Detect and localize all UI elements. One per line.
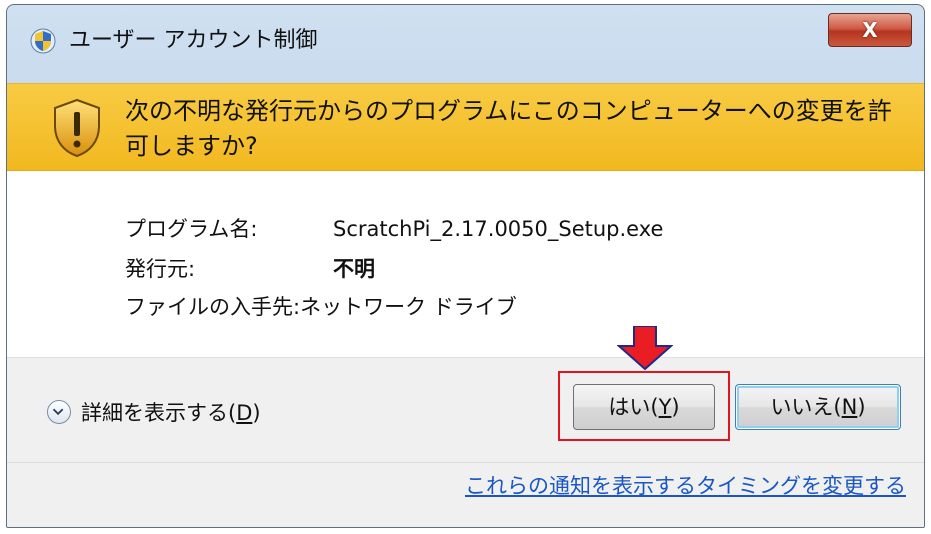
program-info: プログラム名: ScratchPi_2.17.0050_Setup.exe 発行元… <box>7 171 924 357</box>
warning-banner: 次の不明な発行元からのプログラムにこのコンピューターへの変更を許可しますか? <box>7 83 924 171</box>
yes-accesskey: Y <box>658 395 672 419</box>
uac-shield-icon <box>30 28 56 54</box>
no-accesskey: N <box>841 395 858 419</box>
no-label: いいえ( <box>770 395 842 419</box>
source-label: ファイルの入手先: <box>125 295 301 319</box>
close-button[interactable]: X <box>828 13 912 47</box>
dialog-footer: 詳細を表示する(D) はい(Y) いいえ(N) これらの通知を表示するタイミング… <box>7 326 924 527</box>
publisher-value: 不明 <box>333 257 375 281</box>
source-row: ファイルの入手先:ネットワーク ドライブ <box>125 293 517 321</box>
program-label: プログラム名: <box>125 217 258 241</box>
notification-settings-link[interactable]: これらの通知を表示するタイミングを変更する <box>465 472 906 500</box>
publisher-row: 発行元: 不明 <box>125 255 375 283</box>
source-value: ネットワーク ドライブ <box>300 295 517 319</box>
chevron-down-icon <box>47 400 71 424</box>
yes-label-end: ) <box>671 395 680 419</box>
window-title: ユーザー アカウント制御 <box>69 28 318 53</box>
details-accesskey: D <box>236 401 253 425</box>
details-label: 詳細を表示する( <box>81 401 237 425</box>
yes-label: はい( <box>608 395 659 419</box>
warning-shield-icon <box>54 98 100 158</box>
no-label-end: ) <box>857 395 866 419</box>
publisher-label: 発行元: <box>125 257 196 281</box>
footer-divider <box>7 462 924 463</box>
uac-dialog: ユーザー アカウント制御 X 次の不明な発行元からのプログラムにこのコンピュータ… <box>6 4 925 528</box>
program-value: ScratchPi_2.17.0050_Setup.exe <box>333 217 664 241</box>
red-arrow-down-icon <box>617 326 673 370</box>
close-icon: X <box>862 18 878 42</box>
no-button[interactable]: いいえ(N) <box>735 384 901 430</box>
yes-button[interactable]: はい(Y) <box>573 384 715 430</box>
title-bar: ユーザー アカウント制御 X <box>7 5 924 83</box>
warning-message: 次の不明な発行元からのプログラムにこのコンピューターへの変更を許可しますか? <box>125 97 892 160</box>
details-label-end: ) <box>252 401 261 425</box>
program-row: プログラム名: ScratchPi_2.17.0050_Setup.exe <box>125 215 663 243</box>
show-details-toggle[interactable]: 詳細を表示する(D) <box>47 398 261 428</box>
